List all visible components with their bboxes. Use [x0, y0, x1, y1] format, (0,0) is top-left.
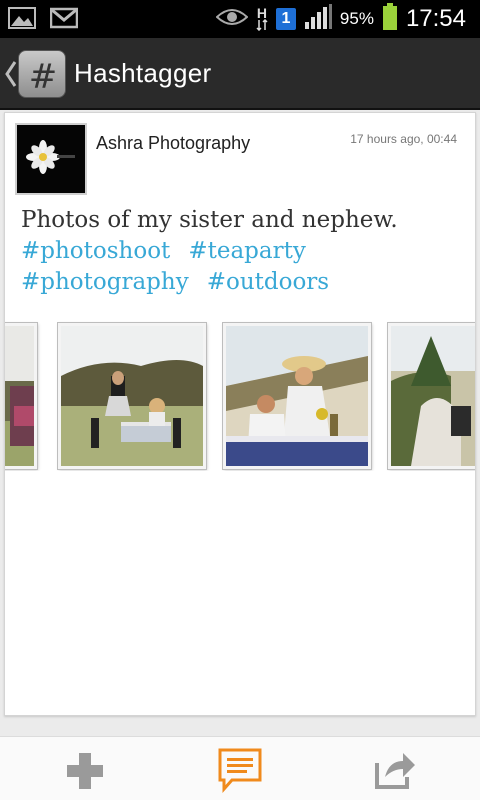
network-h-icon: H: [256, 6, 268, 31]
avatar[interactable]: [15, 123, 87, 195]
hashtag-link[interactable]: #outdoors: [207, 269, 329, 295]
hashtag-logo-glyph: #: [29, 57, 58, 97]
chevron-left-icon[interactable]: [4, 60, 18, 88]
hashtag-link[interactable]: #photography: [21, 269, 189, 295]
eye-icon: [215, 7, 249, 31]
post-timestamp: 17 hours ago, 00:44: [350, 132, 457, 146]
picture-icon: [8, 6, 36, 34]
post-body: Photos of my sister and nephew. #photosh…: [21, 205, 461, 298]
share-icon[interactable]: [371, 747, 419, 793]
photo-strip[interactable]: [5, 321, 475, 471]
author-name[interactable]: Ashra Photography: [96, 133, 250, 154]
status-bar: H 1 95% 17:54: [0, 0, 480, 38]
hashtag-link[interactable]: #teaparty: [188, 238, 306, 264]
app-title: Hashtagger: [74, 58, 212, 88]
bottom-action-bar: [0, 736, 480, 800]
sim-1-icon: 1: [275, 8, 296, 30]
photo-thumbnail[interactable]: [57, 322, 207, 470]
photo-thumbnail[interactable]: [387, 322, 475, 470]
post-text: Photos of my sister and nephew.: [21, 207, 398, 233]
gmail-icon: [49, 6, 79, 34]
photo-thumbnail[interactable]: [222, 322, 372, 470]
signal-icon: [304, 4, 332, 34]
photo-thumbnail[interactable]: [5, 322, 38, 470]
add-icon[interactable]: [61, 747, 109, 793]
action-bar: # Hashtagger: [0, 38, 480, 110]
post-card[interactable]: Ashra Photography 17 hours ago, 00:44 Ph…: [4, 112, 476, 716]
battery-percent: 95%: [339, 9, 374, 28]
comment-icon[interactable]: [216, 747, 264, 793]
app-logo[interactable]: #: [18, 50, 66, 98]
battery-icon: [382, 3, 398, 35]
hashtag-link[interactable]: #photoshoot: [21, 238, 170, 264]
clock: 17:54: [405, 5, 466, 32]
